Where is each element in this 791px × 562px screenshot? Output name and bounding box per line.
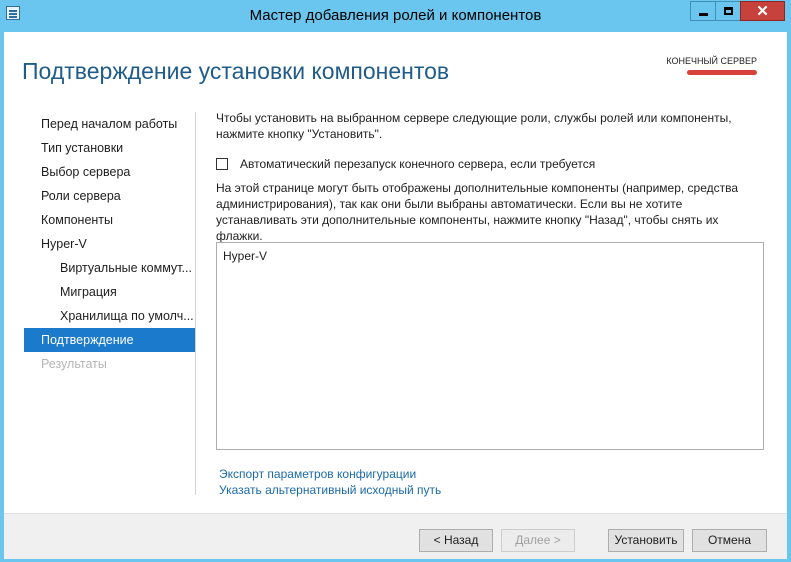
window-title: Мастер добавления ролей и компонентов — [249, 7, 542, 24]
redacted-server-name — [687, 70, 757, 75]
nav-item-migration[interactable]: Миграция — [24, 280, 196, 304]
close-button[interactable]: ✕ — [740, 1, 785, 21]
minimize-button[interactable] — [690, 1, 716, 21]
wizard-window: Мастер добавления ролей и компонентов ✕ … — [0, 0, 791, 562]
nav-item-virtual-switches[interactable]: Виртуальные коммут... — [24, 256, 196, 280]
restart-option[interactable]: Автоматический перезапуск конечного серв… — [216, 157, 595, 171]
list-item[interactable]: Hyper-V — [223, 249, 267, 263]
navigation-divider — [195, 112, 196, 495]
cancel-button[interactable]: Отмена — [692, 529, 767, 552]
minimize-icon — [698, 12, 708, 16]
destination-server-label: КОНЕЧНЫЙ СЕРВЕР — [666, 56, 757, 66]
window-controls: ✕ — [690, 1, 785, 21]
next-button: Далее > — [501, 529, 575, 552]
confirmation-content: Чтобы установить на выбранном сервере сл… — [216, 110, 766, 497]
export-config-link[interactable]: Экспорт параметров конфигурации — [219, 466, 441, 482]
nav-item-default-stores[interactable]: Хранилища по умолч... — [24, 304, 196, 328]
title-bar[interactable]: Мастер добавления ролей и компонентов ✕ — [0, 0, 791, 32]
nav-item-hyper-v[interactable]: Hyper-V — [24, 232, 196, 256]
wizard-client-area: Подтверждение установки компонентов КОНЕ… — [4, 32, 787, 559]
additional-features-note: На этой странице могут быть отображены д… — [216, 181, 739, 243]
page-title: Подтверждение установки компонентов — [22, 58, 450, 84]
restart-checkbox[interactable] — [216, 158, 228, 170]
maximize-button[interactable] — [715, 1, 741, 21]
wizard-footer: < Назад Далее > Установить Отмена — [4, 513, 787, 559]
wizard-navigation: Перед началом работы Тип установки Выбор… — [24, 112, 196, 376]
back-button[interactable]: < Назад — [419, 529, 493, 552]
nav-item-installation-type[interactable]: Тип установки — [24, 136, 196, 160]
nav-item-features[interactable]: Компоненты — [24, 208, 196, 232]
selection-list[interactable]: Hyper-V — [216, 242, 764, 450]
nav-item-server-selection[interactable]: Выбор сервера — [24, 160, 196, 184]
nav-item-server-roles[interactable]: Роли сервера — [24, 184, 196, 208]
maximize-icon — [723, 7, 733, 15]
restart-checkbox-label[interactable]: Автоматический перезапуск конечного серв… — [240, 157, 595, 171]
nav-item-results: Результаты — [41, 357, 107, 371]
alternate-source-link[interactable]: Указать альтернативный исходный путь — [219, 482, 441, 498]
nav-item-before-you-begin[interactable]: Перед началом работы — [24, 112, 196, 136]
intro-text: Чтобы установить на выбранном сервере сл… — [216, 111, 732, 141]
config-links: Экспорт параметров конфигурации Указать … — [219, 466, 441, 498]
install-button[interactable]: Установить — [608, 529, 684, 552]
close-icon: ✕ — [756, 2, 769, 20]
nav-item-confirmation[interactable]: Подтверждение — [24, 328, 196, 352]
